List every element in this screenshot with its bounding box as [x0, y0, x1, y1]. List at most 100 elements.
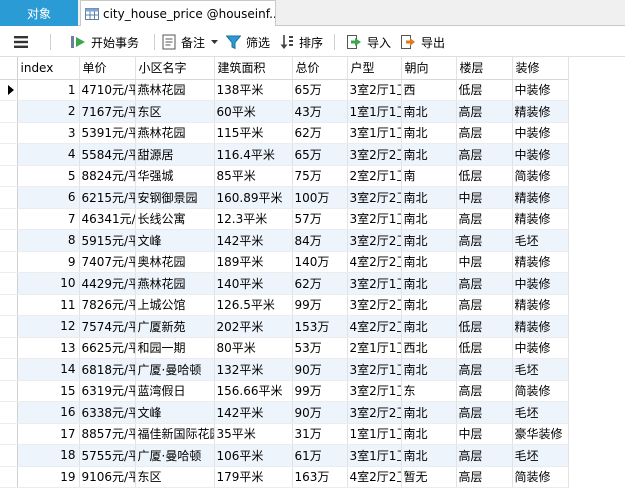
table-cell[interactable]: 1室1厅1卫 [347, 100, 402, 123]
table-cell[interactable]: 62万 [292, 272, 348, 295]
row-indicator[interactable] [0, 294, 18, 316]
table-cell[interactable]: 简装修 [512, 165, 569, 187]
table-cell[interactable]: 3室2厅2卫 [347, 186, 402, 209]
table-cell[interactable]: 179平米 [214, 466, 293, 488]
table-cell[interactable]: 13 [17, 337, 80, 359]
table-cell[interactable]: 7 [17, 208, 80, 230]
table-cell[interactable]: 4室2厅2卫 [347, 466, 402, 488]
table-cell[interactable]: 156.66平米 [214, 380, 293, 402]
table-row[interactable]: 104429元/平燕林花园140平米62万3室2厅1卫南北高层中装修 [0, 272, 569, 295]
table-cell[interactable]: 精装修 [512, 315, 569, 338]
table-cell[interactable]: 160.89平米 [214, 186, 293, 209]
table-row[interactable]: 45584元/平甜源居116.4平米65万3室2厅2卫南北高层中装修 [0, 143, 569, 166]
table-cell[interactable]: 高层 [456, 358, 513, 381]
table-cell[interactable]: 6338元/平 [79, 401, 136, 424]
table-cell[interactable]: 南北 [401, 251, 457, 273]
table-cell[interactable]: 蓝湾假日 [135, 380, 215, 402]
column-header[interactable]: 单价 [79, 57, 136, 80]
table-cell[interactable]: 东区 [135, 466, 215, 488]
table-cell[interactable]: 90万 [292, 358, 348, 381]
row-indicator[interactable] [0, 143, 18, 166]
table-cell[interactable]: 7407元/平 [79, 251, 136, 273]
table-cell[interactable]: 12.3平米 [214, 208, 293, 230]
column-header[interactable]: 户型 [347, 57, 402, 80]
table-cell[interactable]: 高层 [456, 401, 513, 424]
table-cell[interactable]: 153万 [292, 315, 348, 338]
table-cell[interactable]: 9 [17, 251, 80, 273]
table-row[interactable]: 127574元/平广厦新苑202平米153万4室2厅2卫南北低层精装修 [0, 315, 569, 338]
table-cell[interactable]: 142平米 [214, 401, 293, 424]
table-cell[interactable]: 60平米 [214, 100, 293, 123]
row-indicator[interactable] [0, 380, 18, 402]
table-cell[interactable]: 广厦·曼哈顿 [135, 444, 215, 467]
filter-button[interactable]: 筛选 [226, 27, 270, 57]
table-row[interactable]: 156319元/平蓝湾假日156.66平米99万3室2厅1卫东高层简装修 [0, 380, 569, 402]
table-cell[interactable]: 75万 [292, 165, 348, 187]
table-cell[interactable]: 11 [17, 294, 80, 316]
table-cell[interactable]: 5584元/平 [79, 143, 136, 166]
table-cell[interactable]: 东 [401, 380, 457, 402]
table-cell[interactable]: 中层 [456, 251, 513, 273]
table-cell[interactable]: 毛坯 [512, 444, 569, 467]
table-cell[interactable]: 高层 [456, 229, 513, 252]
table-cell[interactable]: 高层 [456, 294, 513, 316]
table-cell[interactable]: 14 [17, 358, 80, 381]
table-cell[interactable]: 广厦新苑 [135, 315, 215, 338]
table-cell[interactable]: 3室2厅2卫 [347, 229, 402, 252]
row-indicator[interactable] [0, 401, 18, 424]
table-cell[interactable]: 安钢御景园 [135, 186, 215, 209]
table-cell[interactable]: 低层 [456, 315, 513, 338]
table-cell[interactable]: 132平米 [214, 358, 293, 381]
table-cell[interactable]: 3室2厅1卫 [347, 272, 402, 295]
table-cell[interactable]: 福佳新国际花园 [135, 423, 215, 445]
table-cell[interactable]: 16 [17, 401, 80, 424]
row-indicator[interactable] [0, 229, 18, 252]
table-cell[interactable]: 3室2厅2卫 [347, 294, 402, 316]
table-cell[interactable]: 低层 [456, 165, 513, 187]
table-cell[interactable]: 高层 [456, 100, 513, 123]
table-cell[interactable]: 2室1厅1卫 [347, 337, 402, 359]
table-cell[interactable]: 17 [17, 423, 80, 445]
table-cell[interactable]: 长线公寓 [135, 208, 215, 230]
table-cell[interactable]: 广厦·曼哈顿 [135, 358, 215, 381]
table-row[interactable]: 146818元/平广厦·曼哈顿132平米90万3室2厅1卫南北高层毛坯 [0, 358, 569, 381]
table-cell[interactable]: 和园一期 [135, 337, 215, 359]
table-cell[interactable]: 文峰 [135, 229, 215, 252]
table-cell[interactable]: 142平米 [214, 229, 293, 252]
table-cell[interactable]: 毛坯 [512, 358, 569, 381]
table-cell[interactable]: 3室1厅1卫 [347, 122, 402, 144]
table-cell[interactable]: 35平米 [214, 423, 293, 445]
table-cell[interactable]: 简装修 [512, 380, 569, 402]
table-cell[interactable]: 8857元/平 [79, 423, 136, 445]
table-cell[interactable]: 163万 [292, 466, 348, 488]
table-cell[interactable]: 43万 [292, 100, 348, 123]
table-row[interactable]: 199106元/平东区179平米163万4室2厅2卫暂无高层简装修 [0, 466, 569, 488]
table-cell[interactable]: 华强城 [135, 165, 215, 187]
table-row[interactable]: 85915元/平文峰142平米84万3室2厅2卫南北高层毛坯 [0, 229, 569, 252]
table-cell[interactable]: 南北 [401, 208, 457, 230]
table-cell[interactable]: 6 [17, 186, 80, 209]
table-cell[interactable]: 7167元/平 [79, 100, 136, 123]
tab-objects[interactable]: 对象 [0, 0, 78, 26]
table-cell[interactable]: 暂无 [401, 466, 457, 488]
row-indicator[interactable] [0, 466, 18, 488]
table-cell[interactable]: 南北 [401, 401, 457, 424]
table-cell[interactable]: 燕林花园 [135, 122, 215, 144]
column-header[interactable]: 总价 [292, 57, 348, 80]
table-row[interactable]: 66215元/平安钢御景园160.89平米100万3室2厅2卫南北中层精装修 [0, 186, 569, 209]
table-cell[interactable]: 低层 [456, 79, 513, 101]
export-button[interactable]: 导出 [400, 27, 445, 57]
table-row[interactable]: 136625元/平和园一期80平米53万2室1厅1卫西北低层中装修 [0, 337, 569, 359]
table-cell[interactable]: 南北 [401, 315, 457, 338]
table-cell[interactable]: 18 [17, 444, 80, 467]
table-cell[interactable]: 3室2厅1卫 [347, 208, 402, 230]
row-indicator[interactable] [0, 251, 18, 273]
table-cell[interactable]: 2室2厅1卫 [347, 165, 402, 187]
table-cell[interactable]: 7574元/平 [79, 315, 136, 338]
table-cell[interactable]: 7826元/平 [79, 294, 136, 316]
table-cell[interactable]: 豪华装修 [512, 423, 569, 445]
row-indicator[interactable] [0, 272, 18, 295]
table-cell[interactable]: 精装修 [512, 186, 569, 209]
table-cell[interactable]: 南北 [401, 229, 457, 252]
table-cell[interactable]: 南北 [401, 423, 457, 445]
